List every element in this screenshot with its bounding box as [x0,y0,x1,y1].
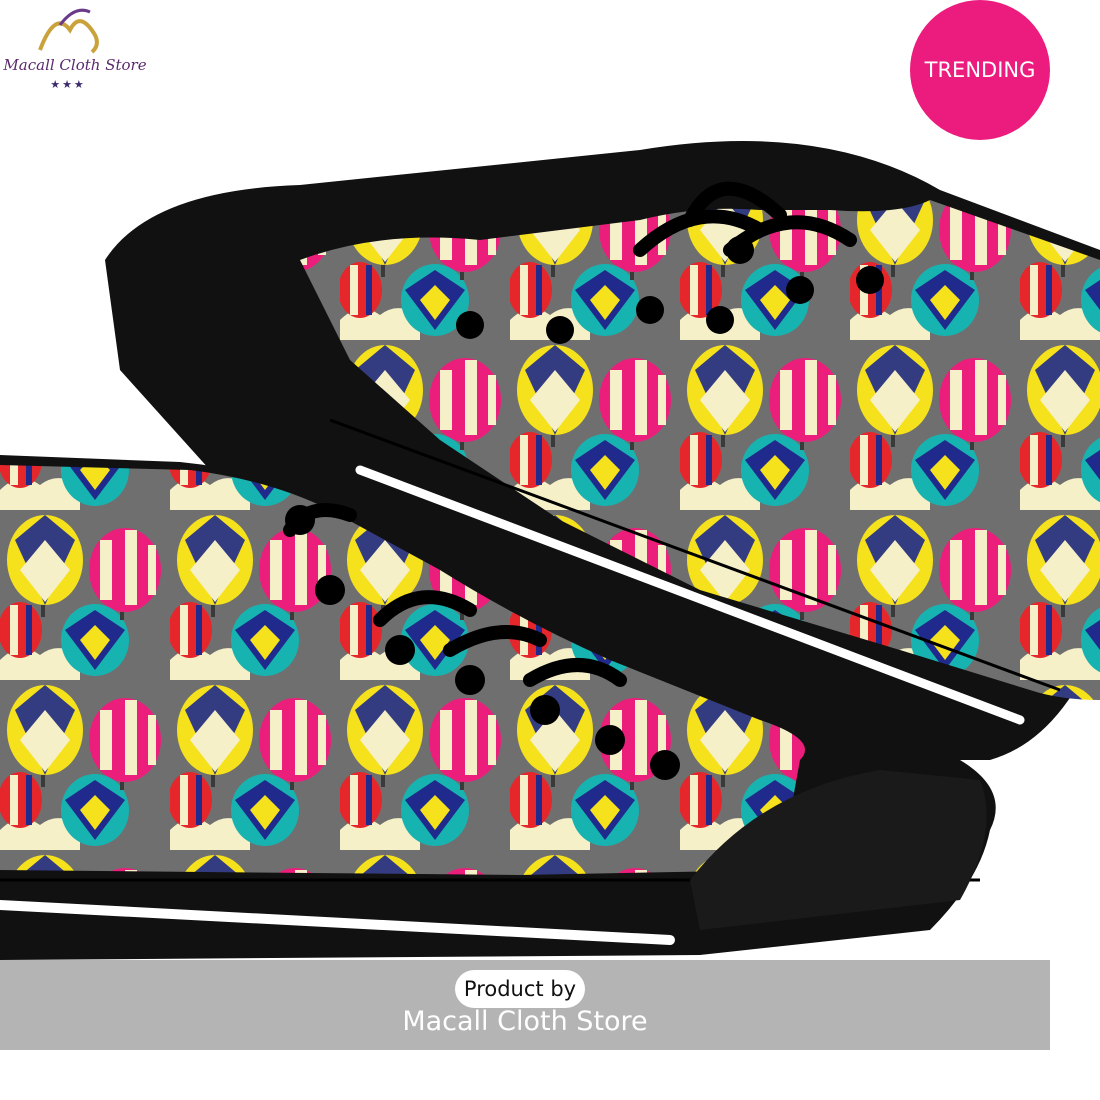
caption-label: Product by [463,977,577,1001]
monogram-logo-icon [38,8,99,54]
logo-stars: ★★★ [50,78,86,91]
trending-badge: TRENDING [910,0,1050,140]
product-image: Macall Cloth Store ★★★ TRENDING Product … [0,0,1100,1100]
logo-store-name: Macall Cloth Store [3,56,147,74]
trending-badge-label: TRENDING [924,58,1036,82]
caption-store-name: Macall Cloth Store [402,1006,648,1037]
store-logo: Macall Cloth Store ★★★ [0,0,150,100]
caption-label-pill: Product by [455,970,585,1008]
sneakers-illustration [0,141,1100,960]
